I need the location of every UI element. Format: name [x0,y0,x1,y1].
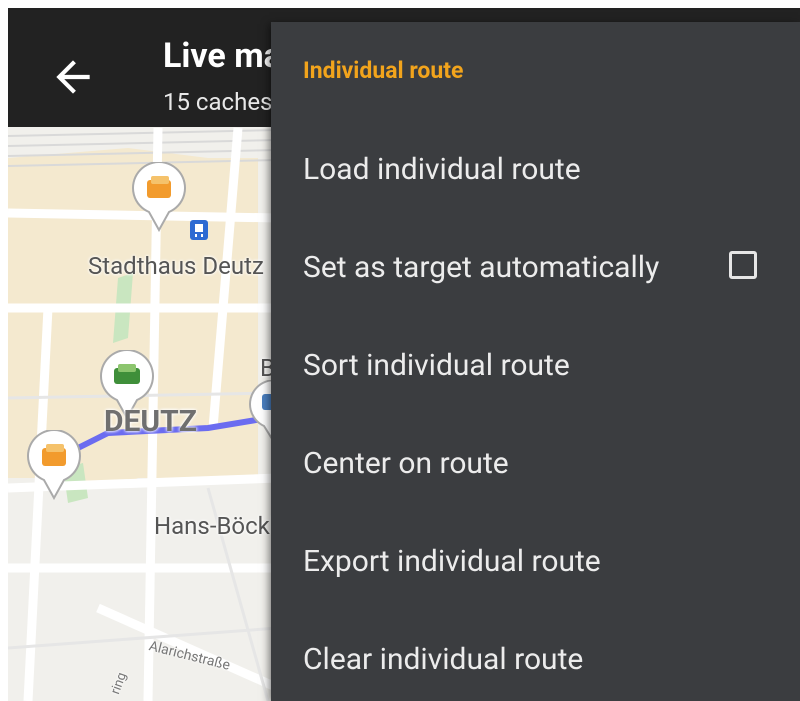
map-label-deutz: DEUTZ [104,404,197,439]
menu-item-label: Center on route [303,446,509,481]
menu-item-center-route[interactable]: Center on route [271,424,800,504]
cache-pin-icon[interactable] [26,430,82,500]
menu-item-label: Load individual route [303,152,581,187]
menu-item-label: Export individual route [303,544,601,579]
map-label-stadthaus: Stadthaus Deutz [88,252,264,280]
menu-item-label: Sort individual route [303,348,570,383]
menu-item-export-route[interactable]: Export individual route [271,522,800,602]
menu-item-sort-route[interactable]: Sort individual route [271,326,800,406]
menu-item-load-route[interactable]: Load individual route [271,130,800,210]
menu-header: Individual route [303,57,464,84]
page-subtitle: 15 caches [163,88,273,116]
cache-pin-icon[interactable] [131,162,187,232]
overflow-menu: Individual route Load individual route S… [271,22,800,701]
menu-item-clear-route[interactable]: Clear individual route [271,620,800,700]
back-arrow-icon[interactable] [48,52,98,102]
menu-item-label: Set as target automatically [303,250,660,285]
set-target-checkbox[interactable] [729,251,757,279]
train-station-icon [190,220,208,240]
menu-item-set-target[interactable]: Set as target automatically [271,228,800,308]
menu-item-label: Clear individual route [303,642,584,677]
